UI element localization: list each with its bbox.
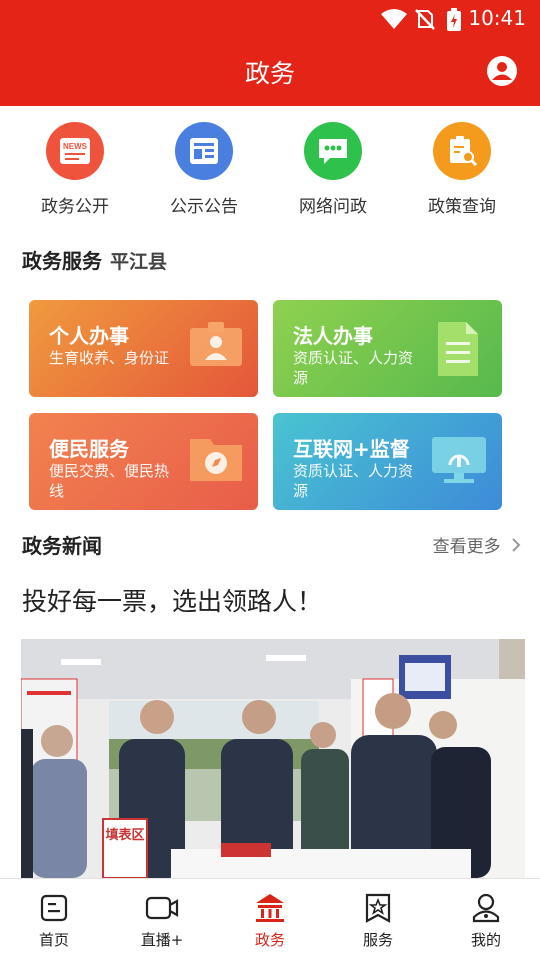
svg-text:NEWS: NEWS — [63, 142, 88, 151]
card-title: 个人办事 — [49, 324, 129, 348]
home-doc-icon — [9, 891, 99, 925]
card-title: 便民服务 — [49, 437, 129, 461]
service-card-convenience[interactable]: 便民服务 便民交费、便民热线 — [29, 413, 258, 510]
user-profile-icon[interactable] — [486, 55, 518, 87]
battery-charging-icon — [447, 8, 461, 31]
document-icon — [438, 322, 478, 376]
news-headline[interactable]: 投好每一票，选出领路人！ — [22, 582, 322, 618]
quick-link-notice[interactable]: 公示公告 — [149, 120, 259, 217]
card-subtitle: 生育收养、身份证 — [49, 349, 170, 367]
id-card-icon — [190, 322, 242, 366]
no-sim-icon — [415, 9, 435, 30]
document-search-icon — [433, 122, 491, 180]
profile-icon — [441, 891, 531, 925]
bottom-tab-bar: 首页 直播+ 政务 服务 我的 — [0, 878, 540, 960]
services-heading: 政务服务 平江县 — [22, 245, 167, 274]
services-title: 政务服务 — [22, 249, 102, 273]
quick-link-label: 政策查询 — [428, 197, 496, 217]
quick-link-gov-open[interactable]: NEWS 政务公开 — [20, 120, 130, 217]
video-camera-icon — [117, 891, 207, 925]
page-title: 政务 — [244, 59, 295, 88]
tab-live[interactable]: 直播+ — [117, 891, 207, 950]
card-subtitle: 资质认证、人力资源 — [293, 462, 414, 500]
tab-government[interactable]: 政务 — [225, 891, 315, 950]
view-more-label: 查看更多 — [432, 537, 501, 557]
photo-sign-text: 填表区 — [105, 827, 144, 843]
notice-board-icon — [175, 122, 233, 180]
card-subtitle: 便民交费、便民热线 — [49, 462, 170, 500]
view-more-link[interactable]: 查看更多 — [433, 532, 522, 557]
star-bookmark-icon — [333, 891, 423, 925]
status-time: 10:41 — [468, 6, 526, 30]
region-selector[interactable]: 平江县 — [110, 251, 167, 273]
app-header: 10:41 政务 — [0, 0, 540, 106]
tab-mine[interactable]: 我的 — [441, 891, 531, 950]
quick-link-label: 政务公开 — [41, 197, 109, 217]
tab-label: 直播+ — [140, 931, 184, 949]
tab-label: 首页 — [38, 931, 69, 949]
quick-link-policy[interactable]: 政策查询 — [407, 120, 517, 217]
government-building-icon — [225, 891, 315, 925]
chevron-right-icon — [512, 538, 521, 552]
card-title: 法人办事 — [293, 324, 373, 348]
news-icon: NEWS — [46, 122, 104, 180]
tab-home[interactable]: 首页 — [9, 891, 99, 950]
service-card-supervision[interactable]: 互联网+监督 资质认证、人力资源 — [273, 413, 502, 510]
chat-bubble-icon — [304, 122, 362, 180]
card-title: 互联网+监督 — [293, 437, 410, 461]
news-photo[interactable]: 填表区 — [21, 639, 525, 878]
monitor-icon — [432, 437, 486, 483]
tab-label: 服务 — [362, 931, 393, 949]
tab-label: 政务 — [254, 931, 285, 949]
wifi-icon — [381, 9, 407, 29]
quick-links: NEWS 政务公开 公示公告 网络问政 政策查询 — [0, 120, 540, 220]
status-bar: 10:41 — [0, 0, 540, 38]
news-heading: 政务新闻 — [22, 534, 102, 558]
quick-link-inquiry[interactable]: 网络问政 — [278, 120, 388, 217]
quick-link-label: 网络问政 — [299, 197, 367, 217]
quick-link-label: 公示公告 — [170, 197, 238, 217]
tab-label: 我的 — [470, 931, 501, 949]
service-card-personal[interactable]: 个人办事 生育收养、身份证 — [29, 300, 258, 397]
card-subtitle: 资质认证、人力资源 — [293, 349, 414, 387]
compass-folder-icon — [190, 439, 242, 481]
tab-services[interactable]: 服务 — [333, 891, 423, 950]
service-card-legal[interactable]: 法人办事 资质认证、人力资源 — [273, 300, 502, 397]
